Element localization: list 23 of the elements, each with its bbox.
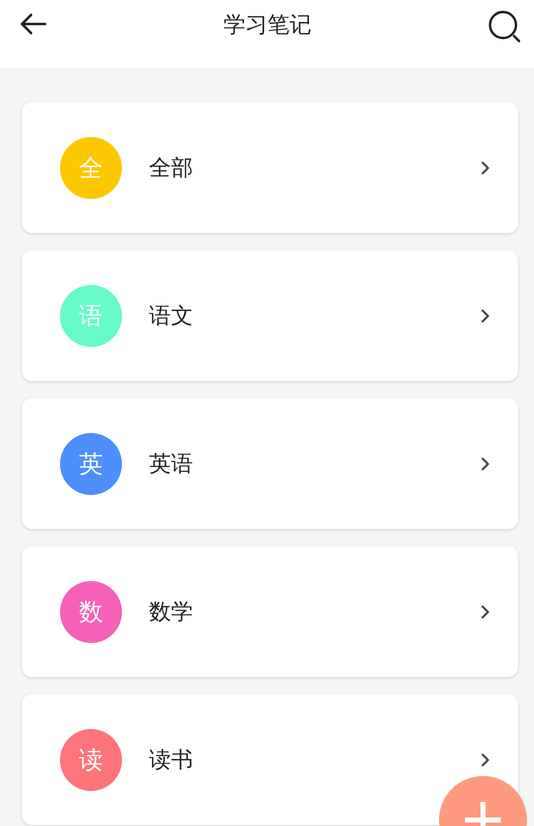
- category-card[interactable]: 英 英语: [22, 398, 518, 529]
- chevron-icon: [480, 752, 490, 768]
- category-badge: 读: [60, 728, 122, 790]
- category-card[interactable]: 语 语文: [22, 250, 518, 381]
- back-arrow-icon[interactable]: [19, 12, 47, 36]
- category-label: 数学: [149, 598, 194, 626]
- chevron-icon: [480, 456, 490, 472]
- category-badge: 数: [60, 580, 122, 642]
- chevron-icon: [480, 308, 490, 324]
- category-label: 全部: [149, 154, 194, 182]
- category-badge: 全: [60, 136, 122, 198]
- category-card[interactable]: 读 读书: [22, 694, 518, 825]
- search-icon[interactable]: [488, 10, 522, 44]
- category-card[interactable]: 数 数学: [22, 546, 518, 677]
- category-card[interactable]: 全 全部: [22, 102, 518, 233]
- category-label: 英语: [149, 450, 194, 478]
- chevron-icon: [480, 160, 490, 176]
- category-label: 语文: [149, 302, 194, 330]
- chevron-icon: [480, 604, 490, 620]
- page-title: 学习笔记: [224, 12, 312, 40]
- category-badge: 英: [60, 432, 122, 494]
- category-label: 读书: [149, 746, 194, 774]
- category-badge: 语: [60, 284, 122, 346]
